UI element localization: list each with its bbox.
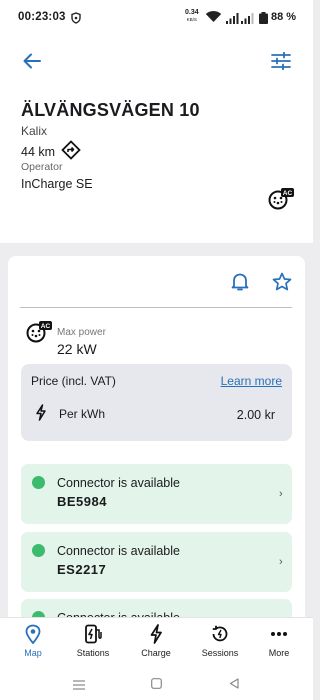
recents-icon[interactable]	[73, 677, 85, 695]
battery-percent: 88 %	[271, 11, 297, 23]
home-icon[interactable]	[151, 676, 162, 694]
battery-icon	[259, 11, 268, 29]
operator-name: InCharge SE	[21, 177, 93, 191]
back-button[interactable]	[18, 51, 46, 75]
nav-label: More	[268, 648, 290, 658]
station-details-card: AC Max power 22 kW Price (incl. VAT) Lea…	[8, 256, 305, 636]
connector-id: BE5984	[57, 494, 107, 509]
shield-icon	[71, 11, 81, 29]
notify-button[interactable]	[227, 271, 253, 297]
status-bar: 00:23:03 0.34 KB/S 88 %	[0, 0, 313, 36]
chevron-right-icon: ›	[279, 556, 283, 568]
nav-more[interactable]: More	[248, 622, 310, 664]
charging-station-icon	[83, 622, 103, 646]
connector-item[interactable]: Connector is available BE5984 ›	[21, 464, 292, 524]
star-icon	[272, 272, 292, 296]
per-kwh-price: 2.00 kr	[236, 408, 275, 422]
map-pin-icon	[25, 622, 41, 646]
ac-plug-icon: AC	[26, 321, 52, 348]
bolt-icon	[149, 622, 163, 646]
nav-label: Map	[24, 648, 42, 658]
connector-id: ES2217	[57, 562, 107, 577]
price-box: Price (incl. VAT) Learn more Per kWh 2.0…	[21, 364, 292, 441]
signal-icon	[241, 11, 254, 29]
directions-icon[interactable]	[61, 140, 81, 163]
signal-icon	[226, 11, 239, 29]
plug-badge-text: AC	[41, 323, 51, 330]
learn-more-link[interactable]: Learn more	[221, 374, 282, 388]
divider	[20, 307, 292, 308]
per-kwh-label: Per kWh	[59, 407, 106, 421]
nav-sessions[interactable]: Sessions	[189, 622, 251, 664]
operator-label: Operator	[21, 161, 63, 173]
station-name: ÄLVÄNGSVÄGEN 10	[21, 100, 200, 120]
nav-stations[interactable]: Stations	[62, 622, 124, 664]
nav-map[interactable]: Map	[2, 622, 64, 664]
max-power-label: Max power	[57, 327, 106, 338]
ac-plug-icon: AC	[268, 188, 294, 215]
wifi-icon	[205, 10, 222, 28]
bottom-navigation: Map Stations Charge Sessions More	[0, 617, 313, 666]
arrow-left-icon	[23, 53, 41, 74]
station-city: Kalix	[21, 124, 48, 138]
sessions-icon	[210, 622, 230, 646]
network-speed-value: 0.34	[185, 9, 199, 16]
plug-badge-text: AC	[283, 190, 293, 197]
system-navigation-bar	[0, 665, 313, 700]
filter-button[interactable]	[267, 51, 295, 75]
bolt-icon	[35, 404, 47, 426]
distance-row[interactable]: 44 km	[21, 140, 81, 163]
network-speed-unit: KB/S	[186, 17, 197, 22]
nav-charge[interactable]: Charge	[125, 622, 187, 664]
back-nav-icon[interactable]	[229, 676, 239, 694]
connector-item[interactable]: Connector is available ES2217 ›	[21, 532, 292, 592]
sliders-icon	[271, 51, 291, 75]
available-status-dot	[32, 544, 45, 557]
more-dots-icon	[270, 622, 288, 646]
connector-status: Connector is available	[57, 476, 180, 490]
bell-icon	[231, 272, 249, 297]
network-speed: 0.34 KB/S	[185, 9, 199, 23]
nav-label: Charge	[141, 648, 171, 658]
favorite-button[interactable]	[269, 271, 295, 297]
distance-value: 44 km	[21, 144, 56, 159]
nav-label: Stations	[76, 648, 110, 658]
status-time: 00:23:03	[18, 11, 66, 23]
chevron-right-icon: ›	[279, 488, 283, 500]
station-header: ÄLVÄNGSVÄGEN 10 Kalix 44 km Operator InC…	[0, 36, 313, 243]
available-status-dot	[32, 476, 45, 489]
nav-label: Sessions	[201, 648, 239, 658]
max-power-value: 22 kW	[57, 341, 97, 357]
connector-status: Connector is available	[57, 544, 180, 558]
price-title: Price (incl. VAT)	[31, 374, 116, 388]
